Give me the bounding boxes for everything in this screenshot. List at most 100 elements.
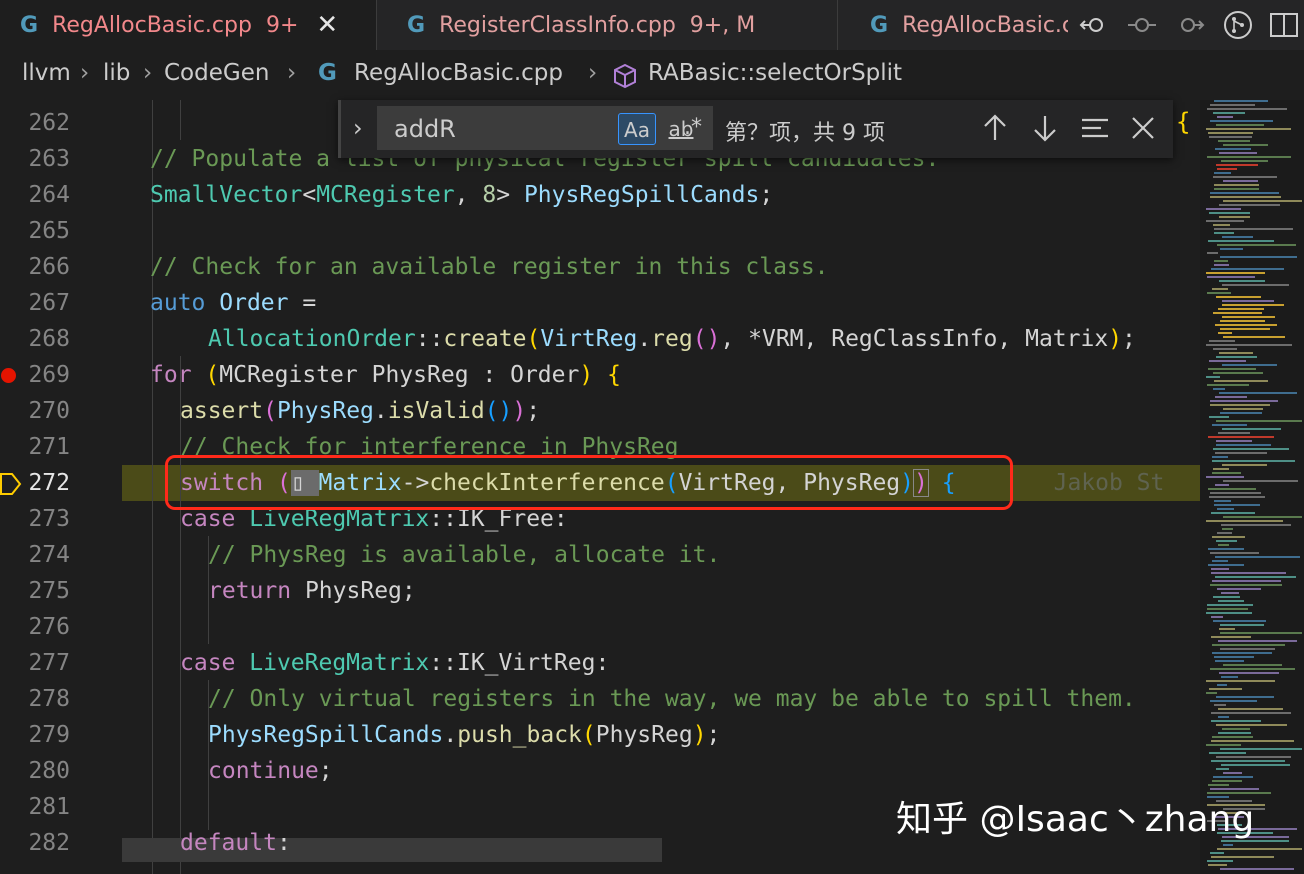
tab-label: RegAllocBasic.cpp (52, 12, 252, 38)
minimap-row (1208, 436, 1274, 438)
minimap-row (1218, 308, 1264, 310)
line-number: 275 (28, 578, 70, 604)
variable: PhysReg (595, 722, 693, 748)
find-result-count: 第？项，共 9 项 (725, 121, 885, 146)
minimap-row (1223, 480, 1298, 482)
minimap-row (1218, 432, 1250, 434)
minimap-row (1210, 852, 1224, 854)
minimap-row (1210, 104, 1255, 106)
minimap-row (1220, 328, 1270, 330)
method-cube-icon (614, 63, 636, 89)
close-icon[interactable] (1127, 112, 1159, 144)
minimap-row (1211, 760, 1285, 762)
minimap-row (1211, 268, 1284, 270)
minimap-row (1222, 428, 1281, 430)
find-input[interactable]: addR Aa ab (377, 106, 713, 150)
code-editor[interactable]: 262 263 264 265 266 267 268 269 270 271 … (0, 100, 1200, 874)
source-control-graph-icon[interactable] (1222, 9, 1254, 41)
minimap-row (1215, 484, 1229, 486)
minimap-row (1206, 744, 1241, 746)
breadcrumb-codegen[interactable]: CodeGen (164, 60, 269, 86)
close-icon[interactable]: ✕ (316, 10, 338, 40)
minimap-row (1206, 692, 1217, 694)
tab-registerclassinfo[interactable]: G RegisterClassInfo.cpp 9+, M (377, 0, 837, 50)
minimap-row (1222, 284, 1289, 286)
code-line-268: AllocationOrder::create(VirtReg.reg(), *… (208, 326, 1136, 352)
minimap-row (1217, 116, 1233, 118)
tab-regallocbasic-2[interactable]: G RegAllocBasic.cpp (838, 0, 1068, 50)
minimap[interactable] (1200, 100, 1304, 874)
minimap-row (1208, 864, 1227, 866)
breadcrumb-symbol[interactable]: RABasic::selectOrSplit (648, 60, 902, 86)
keyword: default (180, 830, 277, 856)
arrow-up-icon[interactable] (979, 112, 1011, 144)
minimap-row (1206, 476, 1244, 478)
minimap-row (1219, 672, 1279, 674)
minimap-row (1214, 504, 1260, 506)
tab-regallocbasic[interactable]: G RegAllocBasic.cpp 9+ ✕ (0, 0, 376, 50)
minimap-row (1208, 548, 1244, 550)
split-editor-icon[interactable] (1268, 9, 1300, 41)
minimap-row (1207, 860, 1233, 862)
find-in-selection-icon[interactable] (1079, 112, 1111, 144)
brace-fragment: { (1176, 108, 1191, 136)
minimap-row (1221, 160, 1268, 162)
breakpoint-icon[interactable] (1, 368, 16, 383)
git-commit-icon[interactable] (1126, 9, 1158, 41)
minimap-row (1208, 564, 1244, 566)
minimap-row (1212, 288, 1228, 290)
match-case-toggle[interactable]: Aa (618, 113, 656, 145)
line-number: 281 (28, 794, 70, 820)
minimap-row (1213, 776, 1253, 778)
keyword: continue (208, 758, 319, 784)
minimap-row (1220, 648, 1275, 650)
minimap-row (1219, 204, 1280, 206)
minimap-row (1214, 232, 1234, 234)
minimap-row (1209, 360, 1246, 362)
type-name: AllocationOrder (208, 326, 416, 352)
minimap-row (1213, 596, 1240, 598)
breadcrumb-lib[interactable]: lib (103, 60, 130, 86)
breadcrumb-file[interactable]: RegAllocBasic.cpp (354, 60, 563, 86)
minimap-row (1223, 408, 1263, 410)
line-number: 274 (28, 542, 70, 568)
minimap-row (1223, 144, 1268, 146)
line-number-gutter[interactable]: 262 263 264 265 266 267 268 269 270 271 … (0, 100, 110, 874)
minimap-row (1215, 148, 1251, 150)
minimap-row (1211, 572, 1286, 574)
minimap-row (1218, 716, 1229, 718)
minimap-row (1209, 688, 1242, 690)
minimap-row (1220, 748, 1302, 750)
chevron-right-icon[interactable]: › (353, 114, 363, 142)
code-line-280: continue; (208, 758, 333, 784)
minimap-row (1215, 396, 1247, 398)
minimap-row (1219, 280, 1265, 282)
debug-current-line-icon (0, 473, 22, 495)
variable: RegClassInfo (831, 326, 998, 352)
variable: PhysRegSpillCands (208, 722, 444, 748)
minimap-row (1216, 540, 1237, 542)
minimap-row (1213, 620, 1266, 622)
variable: Matrix (1025, 326, 1109, 352)
minimap-row (1212, 456, 1228, 458)
minimap-row (1223, 336, 1285, 338)
minimap-row (1212, 652, 1272, 654)
regex-toggle[interactable]: .* (677, 112, 709, 144)
minimap-row (1209, 416, 1229, 418)
go-forward-icon[interactable] (1174, 9, 1206, 41)
minimap-row (1208, 240, 1274, 242)
go-back-icon[interactable] (1078, 9, 1110, 41)
minimap-row (1209, 136, 1252, 138)
find-widget: › addR Aa ab .* 第？项，共 9 项 (338, 100, 1173, 158)
arrow-down-icon[interactable] (1029, 112, 1061, 144)
minimap-row (1210, 404, 1270, 406)
minimap-row (1216, 444, 1271, 446)
breadcrumb-llvm[interactable]: llvm (22, 60, 71, 86)
minimap-row (1213, 312, 1262, 314)
keyword: return (208, 578, 292, 604)
annotation-highlight-box (165, 455, 1013, 510)
code-line-279: PhysRegSpillCands.push_back(PhysReg); (208, 722, 721, 748)
minimap-row (1222, 236, 1253, 238)
minimap-row (1207, 608, 1248, 610)
chevron-right-icon: › (80, 60, 90, 86)
